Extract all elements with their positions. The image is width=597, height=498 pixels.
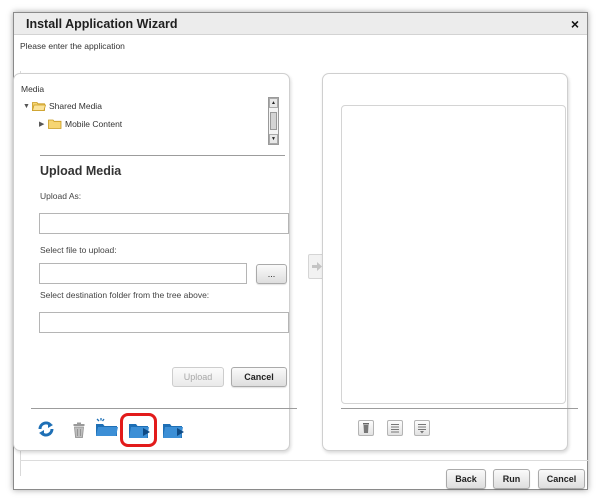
scroll-up-icon[interactable]: ▲ xyxy=(269,98,278,108)
tree-node-shared-media[interactable]: ▼ Shared Media xyxy=(23,101,102,111)
back-button[interactable]: Back xyxy=(446,469,486,489)
upload-as-input[interactable] xyxy=(39,213,289,234)
cancel-button[interactable]: Cancel xyxy=(538,469,585,489)
tree-scrollbar[interactable]: ▲ ▼ xyxy=(268,97,279,145)
selection-highlight xyxy=(120,413,157,447)
toolbar-divider xyxy=(341,408,578,409)
insert-list-icon xyxy=(391,424,399,433)
add-list-button[interactable] xyxy=(414,420,430,436)
browse-button[interactable]: ... xyxy=(256,264,287,284)
folder-open-icon xyxy=(32,101,46,111)
folder-icon xyxy=(48,119,62,129)
upload-button[interactable]: Upload xyxy=(172,367,224,387)
tree-label-shared-media: Shared Media xyxy=(49,101,102,111)
delete-icon[interactable] xyxy=(73,422,85,440)
dialog-subtitle: Please enter the application xyxy=(20,41,125,51)
cancel-upload-button[interactable]: Cancel xyxy=(231,367,287,387)
new-folder-icon[interactable] xyxy=(95,417,119,439)
destination-folder-input[interactable] xyxy=(39,312,289,333)
insert-list-button[interactable] xyxy=(387,420,403,436)
scroll-thumb[interactable] xyxy=(270,112,277,130)
expanded-arrow-icon[interactable]: ▼ xyxy=(23,103,32,110)
footer-divider xyxy=(20,460,588,461)
close-icon[interactable]: × xyxy=(571,16,579,32)
dialog-title: Install Application Wizard xyxy=(26,17,178,31)
move-folder-icon[interactable] xyxy=(162,421,186,441)
media-tree: ▼ Shared Media ▶ Mobile Content ▲ ▼ xyxy=(23,97,283,149)
run-button[interactable]: Run xyxy=(493,469,530,489)
tree-divider xyxy=(40,155,285,156)
destination-folder-label: Select destination folder from the tree … xyxy=(40,290,210,300)
scroll-down-icon[interactable]: ▼ xyxy=(269,134,278,144)
add-list-icon xyxy=(418,424,426,434)
upload-media-heading: Upload Media xyxy=(40,164,122,178)
collapsed-arrow-icon[interactable]: ▶ xyxy=(39,120,48,128)
media-label: Media xyxy=(21,84,45,94)
refresh-icon[interactable] xyxy=(37,420,55,440)
upload-as-label: Upload As: xyxy=(40,191,82,201)
file-upload-label: Select file to upload: xyxy=(40,245,117,255)
tree-node-mobile-content[interactable]: ▶ Mobile Content xyxy=(39,119,122,129)
trash-button[interactable] xyxy=(358,420,374,436)
selected-media-list[interactable] xyxy=(341,105,566,404)
tree-label-mobile-content: Mobile Content xyxy=(65,119,123,129)
media-panel: Media ▼ Shared Media ▶ Mobile Content ▲ … xyxy=(13,73,290,451)
title-bar: Install Application Wizard × xyxy=(14,13,587,35)
toolbar-divider xyxy=(31,408,297,409)
trash-icon xyxy=(363,423,369,433)
file-path-input[interactable] xyxy=(39,263,247,284)
